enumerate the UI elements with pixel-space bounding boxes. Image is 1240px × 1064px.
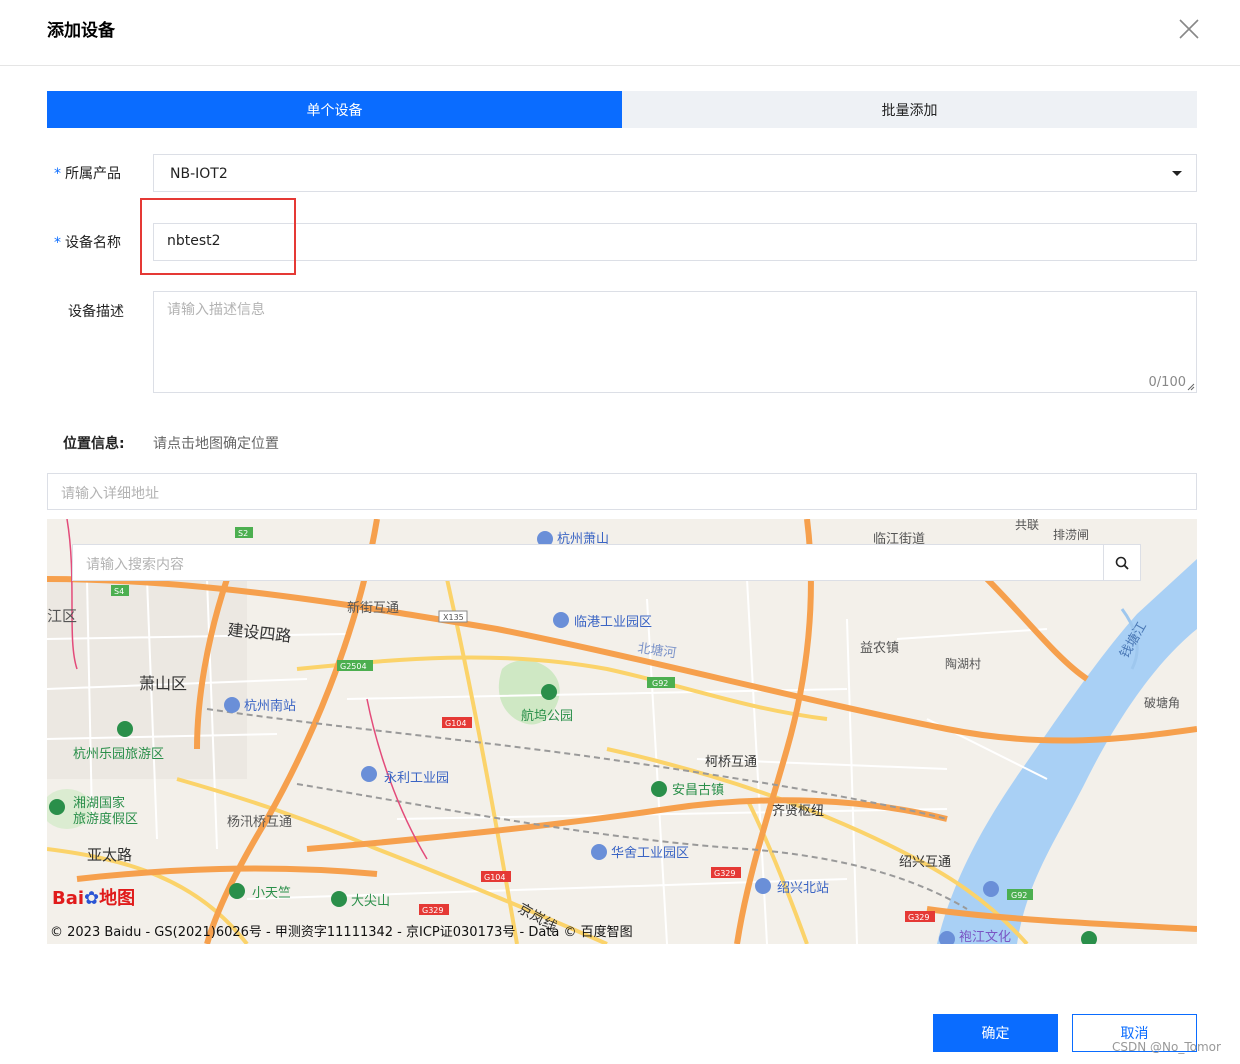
device-name-input[interactable]: nbtest2	[153, 223, 1197, 261]
svg-text:航坞公园: 航坞公园	[521, 708, 573, 724]
tab-batch-add[interactable]: 批量添加	[622, 91, 1197, 128]
required-mark: *	[54, 166, 61, 182]
svg-text:萧山区: 萧山区	[139, 674, 187, 693]
svg-text:绍兴互通: 绍兴互通	[899, 855, 951, 870]
tab-single-device[interactable]: 单个设备	[47, 91, 622, 128]
tab-bar: 单个设备 批量添加	[47, 91, 1197, 128]
svg-text:陶湖村: 陶湖村	[945, 656, 981, 671]
svg-text:共联: 共联	[1015, 519, 1039, 532]
required-mark: *	[54, 235, 61, 251]
svg-text:齐贤枢纽: 齐贤枢纽	[772, 803, 824, 819]
svg-text:G329: G329	[714, 869, 735, 878]
svg-text:袍江文化: 袍江文化	[959, 930, 1011, 944]
resize-handle-icon[interactable]	[1187, 383, 1195, 391]
svg-text:X135: X135	[443, 613, 464, 622]
close-icon[interactable]	[1176, 16, 1202, 42]
svg-text:破塘角: 破塘角	[1144, 695, 1180, 710]
svg-text:排涝闸: 排涝闸	[1053, 528, 1089, 542]
svg-text:江区: 江区	[47, 607, 77, 625]
svg-text:G104: G104	[445, 719, 466, 728]
device-desc-label: 设备描述	[68, 304, 124, 320]
svg-text:小天竺: 小天竺	[252, 886, 291, 901]
dialog-header: 添加设备	[0, 0, 1240, 66]
svg-text:永利工业园: 永利工业园	[384, 771, 449, 786]
search-icon	[1115, 556, 1129, 570]
svg-text:G329: G329	[908, 913, 929, 922]
product-label: * 所属产品	[54, 166, 121, 182]
svg-text:绍兴北站: 绍兴北站	[777, 881, 829, 896]
watermark: CSDN @No_Tomor	[1112, 1040, 1221, 1054]
product-select-value: NB-IOT2	[170, 166, 228, 182]
location-hint: 请点击地图确定位置	[153, 436, 279, 452]
baidu-map-logo: Bai✿地图	[52, 888, 136, 909]
svg-text:杭州乐园旅游区: 杭州乐园旅游区	[73, 747, 164, 762]
svg-text:杭州南站: 杭州南站	[244, 698, 296, 714]
baidu-paw-icon: ✿	[84, 888, 100, 909]
svg-text:G92: G92	[1011, 891, 1027, 900]
map-copyright: © 2023 Baidu - GS(2021)6026号 - 甲测资字11111…	[50, 925, 633, 940]
map-search-button[interactable]	[1103, 544, 1141, 581]
desc-placeholder: 请输入描述信息	[167, 302, 265, 318]
svg-text:旅游度假区: 旅游度假区	[73, 811, 138, 827]
caret-down-icon	[1172, 171, 1182, 176]
svg-text:G329: G329	[422, 906, 443, 915]
dialog-title: 添加设备	[47, 21, 115, 41]
map-search-input[interactable]: 请输入搜索内容	[72, 544, 1104, 581]
svg-text:益农镇: 益农镇	[860, 641, 899, 656]
svg-text:杨汛桥互通: 杨汛桥互通	[227, 815, 292, 830]
svg-text:G104: G104	[484, 873, 505, 882]
device-name-label: * 设备名称	[54, 235, 121, 251]
address-input[interactable]: 请输入详细地址	[47, 473, 1197, 510]
svg-text:大尖山: 大尖山	[351, 894, 390, 909]
svg-text:S4: S4	[114, 587, 124, 596]
location-label: 位置信息:	[63, 436, 125, 452]
svg-text:华舍工业园区: 华舍工业园区	[611, 846, 689, 861]
product-select[interactable]: NB-IOT2	[153, 154, 1197, 192]
map-base: S2 S4 X135 G2504 G92 G104 G104 G329 G329…	[47, 519, 1197, 944]
svg-text:柯桥互通: 柯桥互通	[705, 755, 757, 770]
svg-text:亚太路: 亚太路	[87, 846, 132, 864]
svg-text:湘湖国家: 湘湖国家	[73, 795, 125, 811]
add-device-dialog: 添加设备 单个设备 批量添加 * 所属产品 NB-IOT2 * 设备名称 nbtes…	[0, 0, 1240, 1064]
svg-text:S2: S2	[238, 529, 248, 538]
svg-text:G92: G92	[652, 679, 668, 688]
confirm-button[interactable]: 确定	[933, 1014, 1058, 1052]
svg-text:安昌古镇: 安昌古镇	[672, 783, 724, 798]
svg-text:临港工业园区: 临港工业园区	[574, 615, 652, 630]
svg-text:新街互通: 新街互通	[347, 600, 399, 616]
svg-text:G2504: G2504	[340, 662, 367, 671]
char-counter: 0/100	[1148, 375, 1186, 390]
map-view[interactable]: S2 S4 X135 G2504 G92 G104 G104 G329 G329…	[47, 519, 1197, 944]
device-desc-textarea[interactable]: 请输入描述信息 0/100	[153, 291, 1197, 393]
